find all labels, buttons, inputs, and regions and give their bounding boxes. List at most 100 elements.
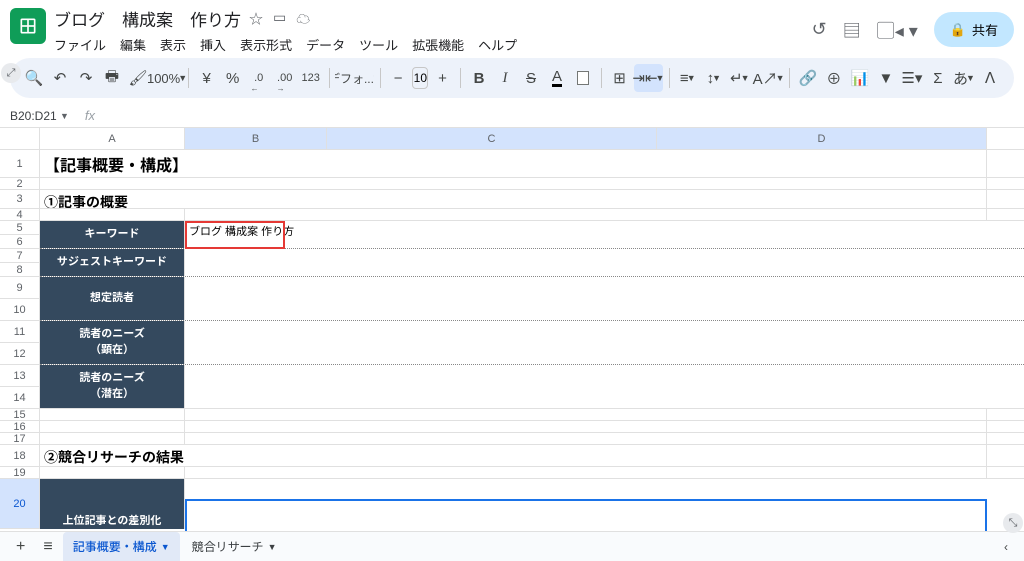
cloud-icon[interactable]: ☁	[296, 9, 310, 29]
cells-area[interactable]: 【記事概要・構成】 ①記事の概要 キーワード ブログ 構成案 作り方 サジェスト…	[40, 150, 1024, 529]
numformat-button[interactable]: 123	[299, 64, 323, 92]
star-icon[interactable]: ☆	[249, 9, 263, 29]
row-header[interactable]: 4	[0, 209, 40, 221]
meet-icon[interactable]: ▢◂ ▾	[877, 17, 918, 43]
add-sheet-button[interactable]: +	[8, 534, 33, 560]
functions-button[interactable]: Σ	[926, 64, 950, 92]
row-header[interactable]: 14	[0, 387, 40, 409]
row-header[interactable]: 9	[0, 277, 40, 299]
filter-button[interactable]: ▼	[874, 64, 898, 92]
label-needs2[interactable]: 読者のニーズ （潜在）	[40, 365, 185, 408]
menu-tools[interactable]: ツール	[359, 35, 398, 54]
currency-button[interactable]: ¥	[195, 64, 219, 92]
valign-button[interactable]: ↕▼	[702, 64, 726, 92]
select-all-corner[interactable]	[0, 128, 40, 149]
sheet-scroll-left[interactable]: ‹	[996, 536, 1016, 558]
textcolor-button[interactable]: A	[545, 64, 569, 92]
search-icon[interactable]: 🔍	[22, 64, 46, 92]
menu-edit[interactable]: 編集	[120, 35, 146, 54]
row-header[interactable]: 15	[0, 409, 40, 421]
all-sheets-button[interactable]: ≡	[35, 534, 60, 560]
italic-button[interactable]: I	[493, 64, 517, 92]
history-icon[interactable]: ↺	[812, 19, 827, 40]
merge-button[interactable]: ⇥⇤▼	[634, 64, 664, 92]
fontsize-inc[interactable]: +	[430, 64, 454, 92]
row-header[interactable]: 19	[0, 467, 40, 479]
strike-button[interactable]: S	[519, 64, 543, 92]
cell-a3[interactable]: ①記事の概要	[40, 190, 987, 208]
menu-view[interactable]: 表示	[160, 35, 186, 54]
label-diff[interactable]: 上位記事との差別化	[40, 479, 185, 529]
row-header[interactable]: 3	[0, 190, 40, 209]
row-header[interactable]: 7	[0, 249, 40, 263]
undo-icon[interactable]: ↶	[48, 64, 72, 92]
halign-button[interactable]: ≡▼	[676, 64, 700, 92]
row-header[interactable]: 5	[0, 221, 40, 235]
wrap-button[interactable]: ↵▼	[728, 64, 752, 92]
comment-icon[interactable]: ▤	[843, 17, 861, 43]
sheet-tab-1[interactable]: 記事概要・構成 ▼	[63, 532, 180, 561]
row-header[interactable]: 6	[0, 235, 40, 249]
menu-bar: ファイル 編集 表示 挿入 表示形式 データ ツール 拡張機能 ヘルプ	[54, 35, 812, 54]
formula-bar[interactable]	[103, 104, 1024, 127]
font-select[interactable]: デフォ...▼	[335, 64, 373, 92]
expand-bottom-icon[interactable]: ⤡	[1003, 513, 1023, 533]
input-ja-button[interactable]: あ▼	[952, 64, 976, 92]
menu-file[interactable]: ファイル	[54, 35, 106, 54]
fontsize-dec[interactable]: −	[386, 64, 410, 92]
menu-format[interactable]: 表示形式	[240, 35, 292, 54]
sheet-menu-icon[interactable]: ▼	[268, 542, 277, 552]
row-header[interactable]: 2	[0, 178, 40, 190]
row-header[interactable]: 17	[0, 433, 40, 445]
cell-a1[interactable]: 【記事概要・構成】	[40, 150, 987, 177]
move-icon[interactable]: ▭	[273, 9, 286, 29]
sheet-menu-icon[interactable]: ▼	[161, 542, 170, 552]
row-header[interactable]: 8	[0, 263, 40, 277]
rotate-button[interactable]: A↗▼	[754, 64, 784, 92]
menu-help[interactable]: ヘルプ	[478, 35, 517, 54]
doc-title[interactable]: ブログ 構成案 作り方	[54, 6, 241, 31]
row-header[interactable]: 13	[0, 365, 40, 387]
row-header[interactable]: 12	[0, 343, 40, 365]
comment-button[interactable]: ⊕	[822, 64, 846, 92]
namebox-dropdown-icon[interactable]: ▼	[60, 111, 69, 121]
row-header[interactable]: 20	[0, 479, 40, 529]
row-header[interactable]: 1	[0, 150, 40, 178]
increase-decimal-button[interactable]: .00→	[273, 64, 297, 92]
link-button[interactable]: 🔗	[796, 64, 820, 92]
decrease-decimal-button[interactable]: .0←	[247, 64, 271, 92]
zoom-select[interactable]: 100%▼	[152, 64, 182, 92]
percent-button[interactable]: %	[221, 64, 245, 92]
name-box[interactable]: B20:D21	[0, 109, 60, 123]
expand-top-icon[interactable]: ⤢	[1, 63, 21, 83]
toolbar-collapse-icon[interactable]: ᐱ	[978, 64, 1002, 92]
share-button[interactable]: 🔒 共有	[934, 12, 1014, 47]
bold-button[interactable]: B	[467, 64, 491, 92]
menu-data[interactable]: データ	[306, 35, 345, 54]
col-header-c[interactable]: C	[327, 128, 657, 149]
redo-icon[interactable]: ↷	[74, 64, 98, 92]
col-header-b[interactable]: B	[185, 128, 327, 149]
fillcolor-button[interactable]	[571, 64, 595, 92]
row-header[interactable]: 18	[0, 445, 40, 467]
sheets-logo[interactable]	[10, 8, 46, 44]
row-header[interactable]: 16	[0, 421, 40, 433]
label-needs1[interactable]: 読者のニーズ （顕在）	[40, 321, 185, 364]
print-icon[interactable]: 🖶	[100, 64, 124, 92]
label-reader[interactable]: 想定読者	[40, 277, 185, 320]
row-header[interactable]: 11	[0, 321, 40, 343]
col-header-d[interactable]: D	[657, 128, 987, 149]
cell-a18[interactable]: ②競合リサーチの結果	[40, 445, 987, 466]
fontsize-input[interactable]: 10	[412, 67, 428, 89]
borders-button[interactable]: ⊞	[608, 64, 632, 92]
sheet-tab-2[interactable]: 競合リサーチ ▼	[182, 532, 287, 561]
row-header[interactable]: 10	[0, 299, 40, 321]
filterview-button[interactable]: ☰▾	[900, 64, 924, 92]
chart-button[interactable]: 📊	[848, 64, 872, 92]
menu-insert[interactable]: 挿入	[200, 35, 226, 54]
col-header-a[interactable]: A	[40, 128, 185, 149]
cell-b5[interactable]: ブログ 構成案 作り方	[185, 221, 1024, 248]
label-suggest[interactable]: サジェストキーワード	[40, 249, 185, 276]
label-keyword[interactable]: キーワード	[40, 221, 185, 248]
menu-extensions[interactable]: 拡張機能	[412, 35, 464, 54]
